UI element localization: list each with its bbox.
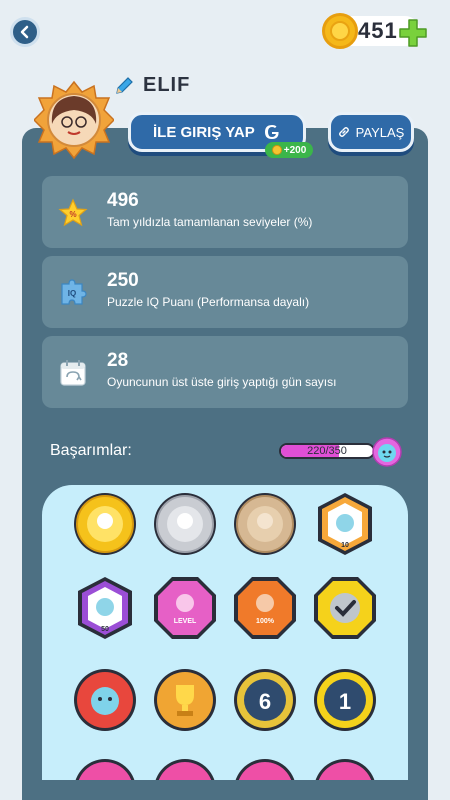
stat-label: Oyuncunun üst üste giriş yaptığı gün say… [107, 375, 337, 389]
star-percent-icon: % [58, 198, 88, 227]
coin-icon [271, 145, 282, 155]
pink-badge[interactable] [72, 757, 138, 780]
progress-text: 220/350 [307, 445, 347, 457]
checkmark-badge[interactable] [312, 575, 378, 641]
achievements-grid: 10 50 LEVEL 100% 6 1 [42, 485, 408, 780]
stat-value: 250 [107, 270, 139, 291]
share-button-label: PAYLAŞ [355, 124, 405, 140]
character-reward-icon[interactable] [372, 437, 402, 467]
coin-count: 451 [358, 18, 398, 43]
login-reward-badge: +200 [265, 142, 313, 158]
stat-value: 28 [107, 350, 129, 371]
calendar-icon [60, 360, 86, 386]
player-name: ELIF [143, 74, 191, 96]
one-year-badge[interactable]: 1 [312, 667, 378, 733]
pencil-edit-icon[interactable] [113, 75, 135, 97]
back-arrow-icon [20, 25, 29, 39]
pink-badge[interactable] [232, 757, 298, 780]
trophy-badge[interactable] [152, 667, 218, 733]
stat-card-stars: % 496 Tam yıldızla tamamlanan seviyeler … [42, 176, 408, 248]
red-character-badge[interactable] [72, 667, 138, 733]
svg-text:50: 50 [101, 626, 109, 633]
pink-badge[interactable] [152, 757, 218, 780]
level-badge[interactable]: LEVEL [152, 575, 218, 641]
bronze-medal-badge[interactable] [232, 491, 298, 557]
google-icon [265, 125, 279, 139]
plus-icon[interactable] [398, 18, 428, 48]
achievements-title: Başarımlar: [50, 442, 132, 459]
stat-label: Puzzle IQ Puanı (Performansa dayalı) [107, 295, 310, 309]
top-10-badge[interactable]: 10 [312, 491, 378, 557]
svg-text:LEVEL: LEVEL [174, 618, 197, 625]
achievements-progress-bar: 220/350 [279, 443, 375, 459]
back-button[interactable] [10, 17, 40, 47]
login-button-label: İLE GIRIŞ YAP [153, 123, 255, 141]
svg-text:100%: 100% [256, 618, 275, 625]
svg-text:%: % [69, 210, 76, 219]
six-months-badge[interactable]: 6 [232, 667, 298, 733]
share-button[interactable]: PAYLAŞ [328, 112, 414, 152]
stat-label: Tam yıldızla tamamlanan seviyeler (%) [107, 215, 313, 229]
svg-text:1: 1 [339, 689, 351, 714]
stat-card-streak: 28 Oyuncunun üst üste giriş yaptığı gün … [42, 336, 408, 408]
coin-icon [322, 13, 358, 49]
percent-100-badge[interactable]: 100% [232, 575, 298, 641]
gold-medal-badge[interactable] [72, 491, 138, 557]
svg-text:6: 6 [259, 689, 271, 714]
avatar[interactable] [34, 80, 114, 160]
stat-card-iq: IQ 250 Puzzle IQ Puanı (Performansa daya… [42, 256, 408, 328]
svg-text:10: 10 [341, 542, 349, 549]
iq-puzzle-icon: IQ [61, 279, 87, 305]
stat-value: 496 [107, 190, 139, 211]
silver-medal-badge[interactable] [152, 491, 218, 557]
pink-badge[interactable] [312, 757, 378, 780]
link-icon [338, 127, 349, 137]
svg-text:IQ: IQ [68, 289, 76, 298]
top-50-badge[interactable]: 50 [72, 575, 138, 641]
